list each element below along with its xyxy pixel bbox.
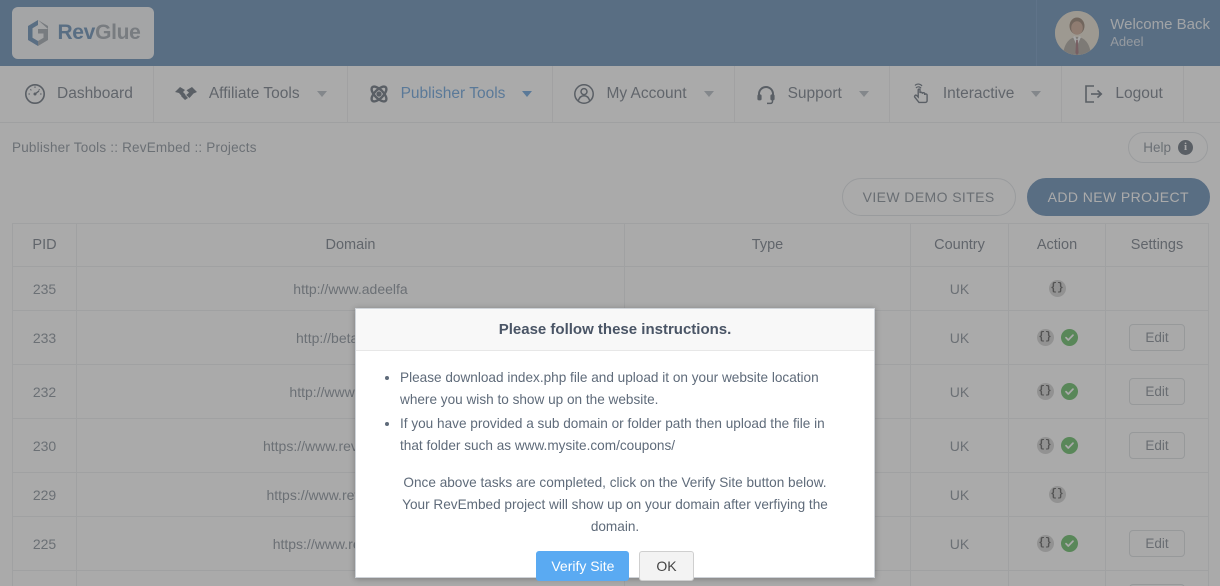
modal-body: Please download index.php file and uploa… [356,351,874,537]
list-item: If you have provided a sub domain or fol… [400,413,848,457]
list-item: Please download index.php file and uploa… [400,367,848,411]
modal-title: Please follow these instructions. [498,321,732,338]
page-root: RevGlue Welcome Back Adeel [0,0,1220,586]
verify-site-button[interactable]: Verify Site [536,551,630,582]
modal-header: Please follow these instructions. [356,309,874,351]
instructions-modal: Please follow these instructions. Please… [355,308,875,582]
modal-note: Once above tasks are completed, click on… [402,475,828,534]
ok-button[interactable]: OK [639,551,694,582]
modal-instruction-list: Please download index.php file and uploa… [400,367,848,457]
modal-footer: Verify Site OK [356,537,874,586]
